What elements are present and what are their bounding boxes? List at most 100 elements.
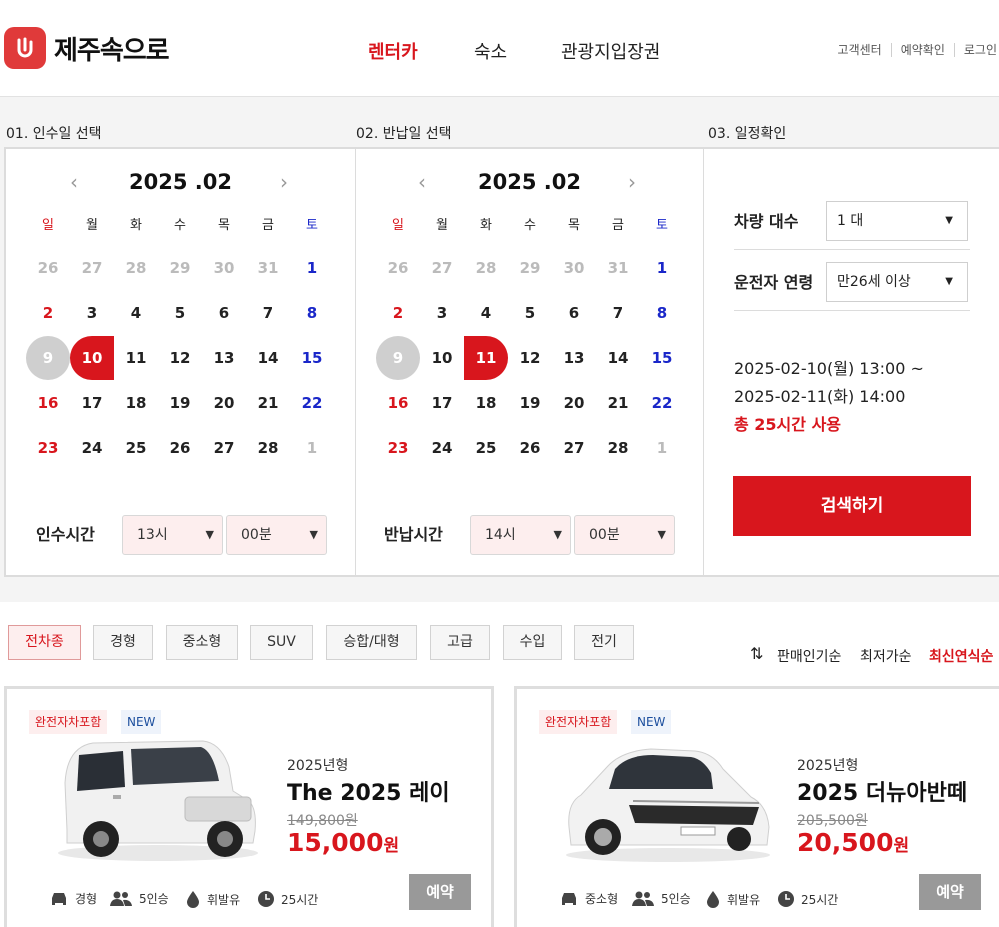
calendar-day[interactable]: 27 xyxy=(552,425,596,470)
spec-fuel: 휘발유 xyxy=(185,890,240,908)
calendar-day[interactable]: 17 xyxy=(70,380,114,425)
calendar-day[interactable]: 1 xyxy=(640,245,684,290)
calendar-day: 29 xyxy=(169,258,191,277)
calendar-day[interactable]: 27 xyxy=(202,425,246,470)
calendar-day[interactable]: 5 xyxy=(158,290,202,335)
calendar-day[interactable]: 6 xyxy=(552,290,596,335)
weekday-label: 토 xyxy=(306,218,318,233)
filter-all[interactable]: 전차종 xyxy=(8,625,81,660)
calendar-day[interactable]: 19 xyxy=(508,380,552,425)
calendar-day[interactable]: 23 xyxy=(26,425,70,470)
calendar-day[interactable]: 20 xyxy=(552,380,596,425)
filter-premium[interactable]: 고급 xyxy=(430,625,490,660)
car-count-label: 차량 대수 xyxy=(734,212,799,231)
brand-logo[interactable]: 제주속으로 xyxy=(4,27,170,69)
next-month-icon[interactable]: › xyxy=(280,170,288,194)
calendar-day[interactable]: 3 xyxy=(70,290,114,335)
calendar-day[interactable]: 28 xyxy=(596,425,640,470)
calendar-day[interactable]: 12 xyxy=(158,335,202,380)
car-count-select[interactable]: 1 대 ▼ xyxy=(826,201,968,241)
booking-box: ‹ 2025 .02 › 일 월 화 수 목 금 토 26 27 28 29 30 31 1 2 3 4 5 6 7 8… xyxy=(4,147,999,577)
calendar-day[interactable]: 25 xyxy=(114,425,158,470)
calendar-day[interactable]: 12 xyxy=(508,335,552,380)
calendar-day[interactable]: 8 xyxy=(640,290,684,335)
return-hour-select[interactable]: 14시 ▼ xyxy=(470,515,571,555)
driver-age-select[interactable]: 만26세 이상 ▼ xyxy=(826,262,968,302)
filter-suv[interactable]: SUV xyxy=(250,625,313,660)
calendar-day[interactable]: 6 xyxy=(202,290,246,335)
calendar-day[interactable]: 14 xyxy=(596,335,640,380)
calendar-day[interactable]: 15 xyxy=(290,335,334,380)
calendar-day[interactable]: 20 xyxy=(202,380,246,425)
util-login[interactable]: 로그인 xyxy=(953,43,997,57)
calendar-day[interactable]: 22 xyxy=(640,380,684,425)
calendar-day[interactable]: 24 xyxy=(70,425,114,470)
clock-icon xyxy=(778,891,794,907)
car-card[interactable]: 완전자차포함 NEW 2025년형 The 2025 레이 149,800원 1… xyxy=(4,686,494,927)
calendar-day[interactable]: 4 xyxy=(114,290,158,335)
calendar-day[interactable]: 11 xyxy=(114,335,158,380)
util-customer-center[interactable]: 고객센터 xyxy=(829,43,891,57)
calendar-day[interactable]: 9 xyxy=(26,335,70,380)
calendar-day[interactable]: 5 xyxy=(508,290,552,335)
calendar-day[interactable]: 10 xyxy=(70,335,114,380)
calendar-day[interactable]: 17 xyxy=(420,380,464,425)
reserve-button[interactable]: 예약 xyxy=(409,874,471,910)
calendar-day[interactable]: 1 xyxy=(290,245,334,290)
full-coverage-badge: 완전자차포함 xyxy=(539,710,618,734)
calendar-day[interactable]: 8 xyxy=(290,290,334,335)
calendar-day[interactable]: 3 xyxy=(420,290,464,335)
nav-lodging[interactable]: 숙소 xyxy=(474,38,507,64)
calendar-day[interactable]: 9 xyxy=(376,335,420,380)
filter-van[interactable]: 승합/대형 xyxy=(326,625,417,660)
calendar-day[interactable]: 18 xyxy=(464,380,508,425)
divider xyxy=(734,310,970,311)
sort-lowest-price[interactable]: 최저가순 xyxy=(860,646,912,666)
calendar-day[interactable]: 13 xyxy=(552,335,596,380)
chevron-down-icon: ▼ xyxy=(553,528,562,541)
pickup-minute-select[interactable]: 00분 ▼ xyxy=(226,515,327,555)
calendar-day[interactable]: 14 xyxy=(246,335,290,380)
sort-popular[interactable]: 판매인기순 xyxy=(777,646,841,666)
filter-compact[interactable]: 경형 xyxy=(93,625,153,660)
calendar-day[interactable]: 26 xyxy=(508,425,552,470)
calendar-day[interactable]: 28 xyxy=(246,425,290,470)
calendar-day[interactable]: 23 xyxy=(376,425,420,470)
pickup-hour-select[interactable]: 13시 ▼ xyxy=(122,515,223,555)
nav-tickets[interactable]: 관광지입장권 xyxy=(561,38,660,64)
calendar-day[interactable]: 26 xyxy=(158,425,202,470)
calendar-day[interactable]: 13 xyxy=(202,335,246,380)
sort-newest[interactable]: 최신연식순 xyxy=(929,646,993,666)
calendar-day[interactable]: 25 xyxy=(464,425,508,470)
filter-import[interactable]: 수입 xyxy=(503,625,562,660)
calendar-day[interactable]: 2 xyxy=(376,290,420,335)
calendar-day[interactable]: 21 xyxy=(246,380,290,425)
calendar-day[interactable]: 10 xyxy=(420,335,464,380)
util-booking-check[interactable]: 예약확인 xyxy=(890,43,954,57)
reserve-button[interactable]: 예약 xyxy=(919,874,981,910)
car-card[interactable]: 완전자차포함 NEW 2025년형 2025 더뉴아반떼 205,500원 20… xyxy=(514,686,999,927)
calendar-day[interactable]: 18 xyxy=(114,380,158,425)
nav-rentcar[interactable]: 렌터카 xyxy=(368,38,418,64)
calendar-day[interactable]: 24 xyxy=(420,425,464,470)
calendar-day[interactable]: 7 xyxy=(596,290,640,335)
filter-electric[interactable]: 전기 xyxy=(574,625,634,660)
calendar-day[interactable]: 22 xyxy=(290,380,334,425)
calendar-day[interactable]: 7 xyxy=(246,290,290,335)
calendar-day[interactable]: 19 xyxy=(158,380,202,425)
divider xyxy=(734,249,970,250)
driver-age-label: 운전자 연령 xyxy=(734,273,814,292)
calendar-day[interactable]: 15 xyxy=(640,335,684,380)
calendar-day[interactable]: 2 xyxy=(26,290,70,335)
calendar-day[interactable]: 11 xyxy=(464,335,508,380)
return-minute-select[interactable]: 00분 ▼ xyxy=(574,515,675,555)
sale-price: 20,500원 xyxy=(797,828,910,857)
filter-midsize[interactable]: 중소형 xyxy=(166,625,238,660)
calendar-day[interactable]: 21 xyxy=(596,380,640,425)
calendar-day[interactable]: 16 xyxy=(26,380,70,425)
calendar-day[interactable]: 4 xyxy=(464,290,508,335)
weekday-label: 화 xyxy=(130,218,142,233)
next-month-icon[interactable]: › xyxy=(628,170,636,194)
calendar-day[interactable]: 16 xyxy=(376,380,420,425)
search-button[interactable]: 검색하기 xyxy=(733,476,971,536)
